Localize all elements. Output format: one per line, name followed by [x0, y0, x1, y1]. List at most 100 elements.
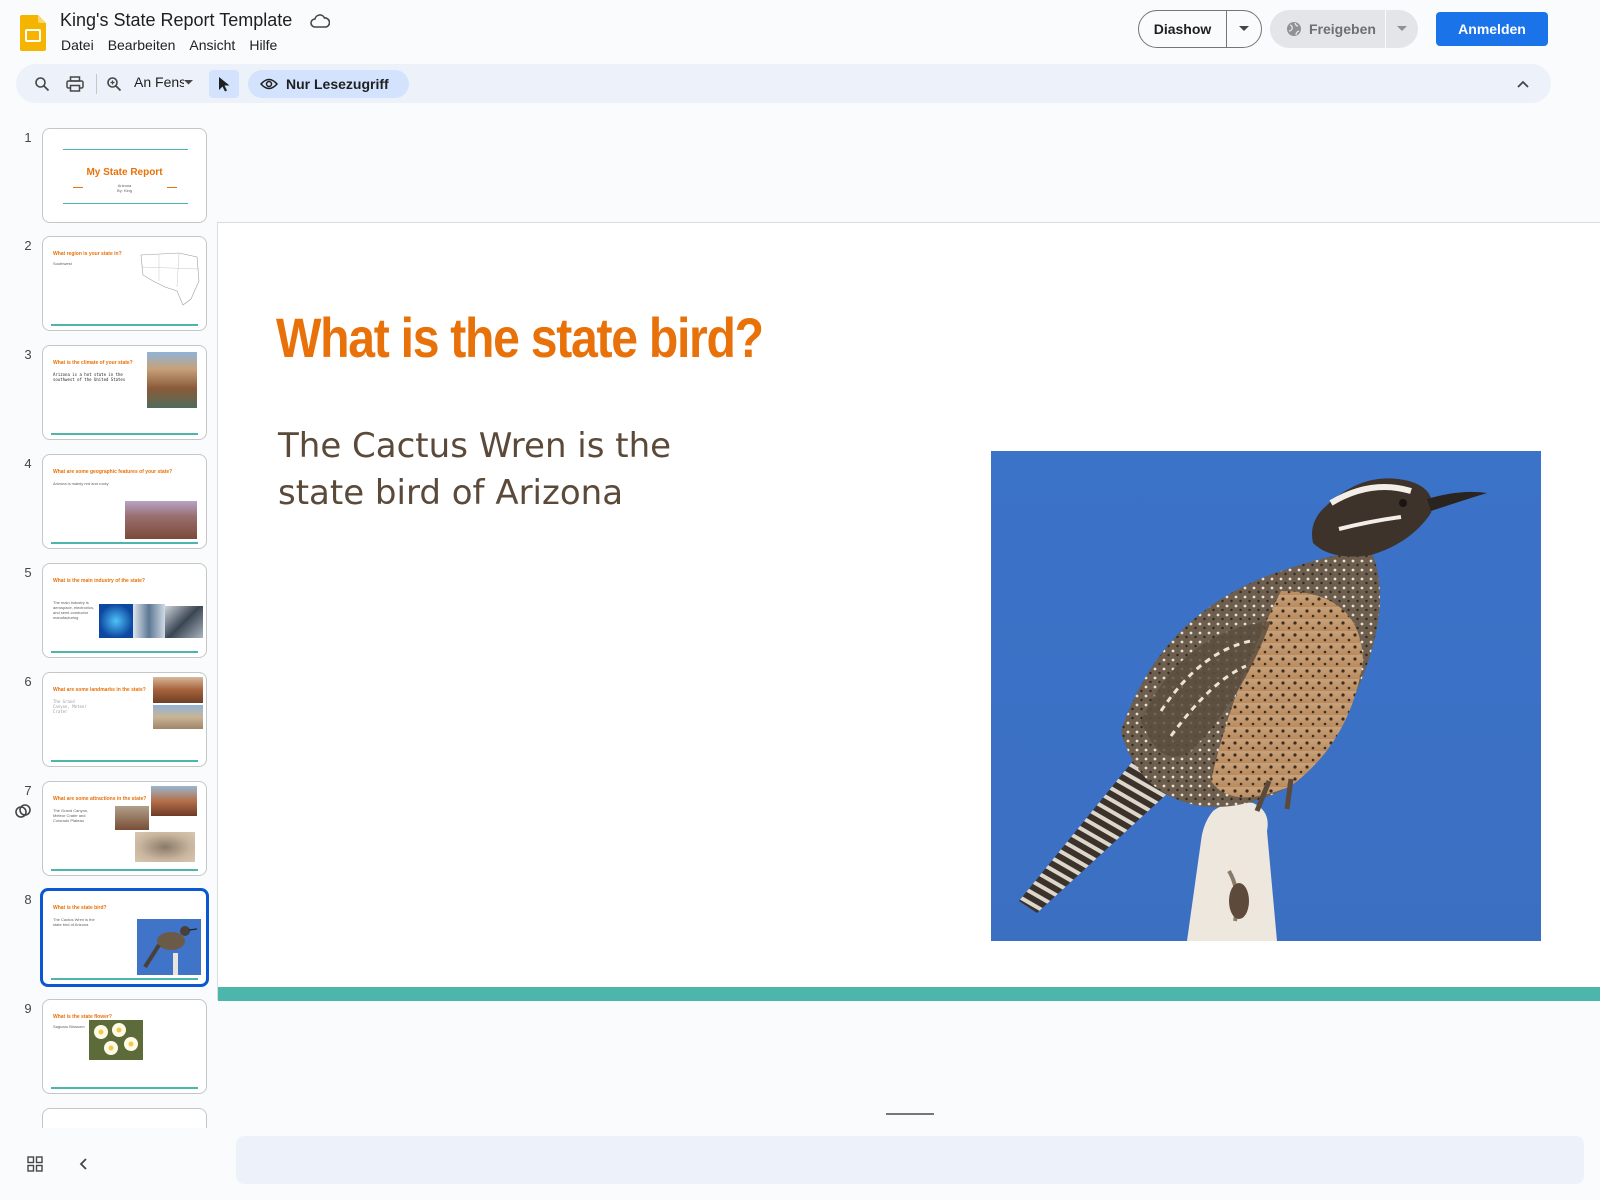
bird-icon — [143, 926, 198, 975]
slide-thumbnail[interactable]: What is the main industry of the state? … — [42, 563, 207, 658]
slide-footer-bar — [218, 987, 1600, 1001]
app-header: King's State Report Template Datei Bearb… — [0, 0, 1600, 64]
thumb-title: What is the main industry of the state? — [53, 578, 145, 584]
cactus-wren-photo — [991, 451, 1541, 941]
slide-body-line: state bird of Arizona — [278, 473, 624, 513]
notes-resize-handle[interactable] — [886, 1113, 934, 1115]
menu-datei[interactable]: Datei — [54, 35, 101, 55]
chip-photo — [99, 604, 133, 638]
share-button-group: Freigeben — [1270, 10, 1418, 48]
slide-thumbnail-entry[interactable]: 4 What are some geographic features of y… — [0, 454, 216, 552]
menu-ansicht[interactable]: Ansicht — [182, 35, 242, 55]
cursor-icon — [219, 77, 230, 92]
slides-logo-icon[interactable] — [20, 15, 46, 51]
slide-thumbnail-entry[interactable] — [0, 1108, 216, 1128]
thumb-body: Southwest — [53, 261, 72, 266]
thumb-footer-bar — [51, 760, 198, 762]
collapse-toolbar-button[interactable] — [1512, 73, 1534, 95]
thumb-footer-bar — [51, 651, 198, 653]
share-options-button[interactable] — [1386, 10, 1418, 48]
grand-canyon-photo — [125, 501, 197, 539]
slide-thumbnail-entry[interactable]: 6 What are some landmarks in the state? … — [0, 672, 216, 770]
diashow-button[interactable]: Diashow — [1139, 11, 1227, 47]
thumb-title: What region is your state in? — [53, 251, 122, 257]
thumb-body: The Grand Canyon, Meteor Crater and Colo… — [53, 808, 89, 823]
readonly-label: Nur Lesezugriff — [286, 76, 389, 92]
diashow-options-button[interactable] — [1227, 11, 1261, 47]
slide-thumbnail[interactable]: My State Report Arizona By: King — [42, 128, 207, 223]
cloud-status-icon[interactable] — [310, 13, 331, 31]
eye-icon — [260, 78, 278, 90]
thumb-line — [167, 187, 177, 188]
slide-thumbnail[interactable] — [42, 1108, 207, 1128]
search-button[interactable] — [29, 71, 55, 97]
print-icon — [66, 76, 84, 92]
toolbar-divider — [96, 74, 97, 94]
slide-thumbnail[interactable]: What region is your state in? Southwest — [42, 236, 207, 331]
zoom-select[interactable]: An Fenster — [134, 74, 193, 90]
print-button[interactable] — [62, 71, 88, 97]
speaker-notes-panel[interactable] — [236, 1136, 1584, 1184]
menu-bearbeiten[interactable]: Bearbeiten — [101, 35, 183, 55]
zoom-value: An Fenster — [134, 74, 184, 90]
slide-thumbnail[interactable]: What is the state flower? Saguaro Blosso… — [42, 999, 207, 1094]
canyon-photo — [147, 352, 197, 408]
slide-number: 2 — [24, 238, 32, 253]
slide-number: 5 — [24, 565, 32, 580]
slide-thumbnail[interactable]: What are some geographic features of you… — [42, 454, 207, 549]
cactus-wren-thumb — [137, 919, 201, 975]
slide-thumbnail-entry[interactable]: 1 My State Report Arizona By: King — [0, 128, 216, 226]
slide-thumbnail-selected[interactable]: What is the state bird? The Cactus Wren … — [40, 888, 209, 987]
link-icon[interactable] — [14, 802, 32, 820]
caret-down-icon — [1397, 26, 1407, 31]
thumb-footer-bar — [51, 542, 198, 544]
slide-thumbnail[interactable]: What are some attractions in the state? … — [42, 781, 207, 876]
slide-thumbnail-entry[interactable]: 5 What is the main industry of the state… — [0, 563, 216, 661]
slide-thumbnail[interactable]: What is the climate of your state? Arizo… — [42, 345, 207, 440]
slide-title: What is the state bird? — [276, 306, 764, 369]
zoom-button[interactable] — [101, 71, 127, 97]
thumb-footer-bar — [51, 869, 198, 871]
slide-thumbnail-entry[interactable]: 7 What are some attractions in the state… — [0, 781, 216, 879]
slide-number: 4 — [24, 456, 32, 471]
grid-view-button[interactable] — [24, 1153, 46, 1175]
crater-photo — [153, 705, 203, 729]
slide-thumbnail-entry[interactable]: 9 What is the state flower? Saguaro Blos… — [0, 999, 216, 1097]
slide-number: 9 — [24, 1001, 32, 1016]
thumb-line — [63, 203, 188, 204]
region-map-image — [140, 252, 200, 306]
slide-thumbnail-entry[interactable]: 2 What region is your state in? Southwes… — [0, 236, 216, 334]
flower-icon — [94, 1023, 138, 1055]
thumb-title: What are some geographic features of you… — [53, 469, 173, 475]
chevron-up-icon — [1517, 80, 1529, 88]
engine-photo — [133, 604, 165, 638]
share-button[interactable]: Freigeben — [1270, 10, 1386, 48]
thumb-body: Arizona is mainly red and rocky — [53, 481, 109, 486]
canyon-photo — [151, 786, 197, 816]
readonly-badge[interactable]: Nur Lesezugriff — [248, 70, 409, 98]
thumb-title: My State Report — [86, 167, 163, 178]
select-tool-button[interactable] — [209, 70, 239, 98]
thumb-footer-bar — [51, 1087, 198, 1089]
toolbar: An Fenster Nur Lesezugriff — [16, 64, 1551, 103]
slide-thumbnail-entry[interactable]: 3 What is the climate of your state? Ari… — [0, 345, 216, 443]
thumb-body: Saguaro Blossom — [53, 1024, 85, 1029]
thumb-line — [73, 187, 83, 188]
slide-thumbnail[interactable]: What are some landmarks in the state? Th… — [42, 672, 207, 767]
zoom-icon — [107, 77, 122, 92]
canyon-photo — [153, 677, 203, 703]
slide-canvas[interactable]: What is the state bird? The Cactus Wren … — [217, 222, 1600, 1001]
share-label: Freigeben — [1309, 21, 1376, 37]
caret-down-icon — [1239, 26, 1249, 31]
collapse-filmstrip-button[interactable] — [72, 1153, 94, 1175]
slide-thumbnail-entry[interactable]: 8 What is the state bird? The Cactus Wre… — [0, 888, 216, 988]
slide-number: 1 — [24, 130, 32, 145]
thumb-body: Arizona is a hot state in the southwest … — [53, 372, 126, 382]
menu-hilfe[interactable]: Hilfe — [242, 35, 284, 55]
thumb-footer-bar — [51, 978, 198, 980]
document-title[interactable]: King's State Report Template — [60, 10, 292, 31]
globe-icon — [1287, 22, 1301, 36]
caret-down-icon — [184, 79, 193, 84]
thumb-line — [63, 149, 188, 150]
signin-button[interactable]: Anmelden — [1436, 12, 1548, 46]
